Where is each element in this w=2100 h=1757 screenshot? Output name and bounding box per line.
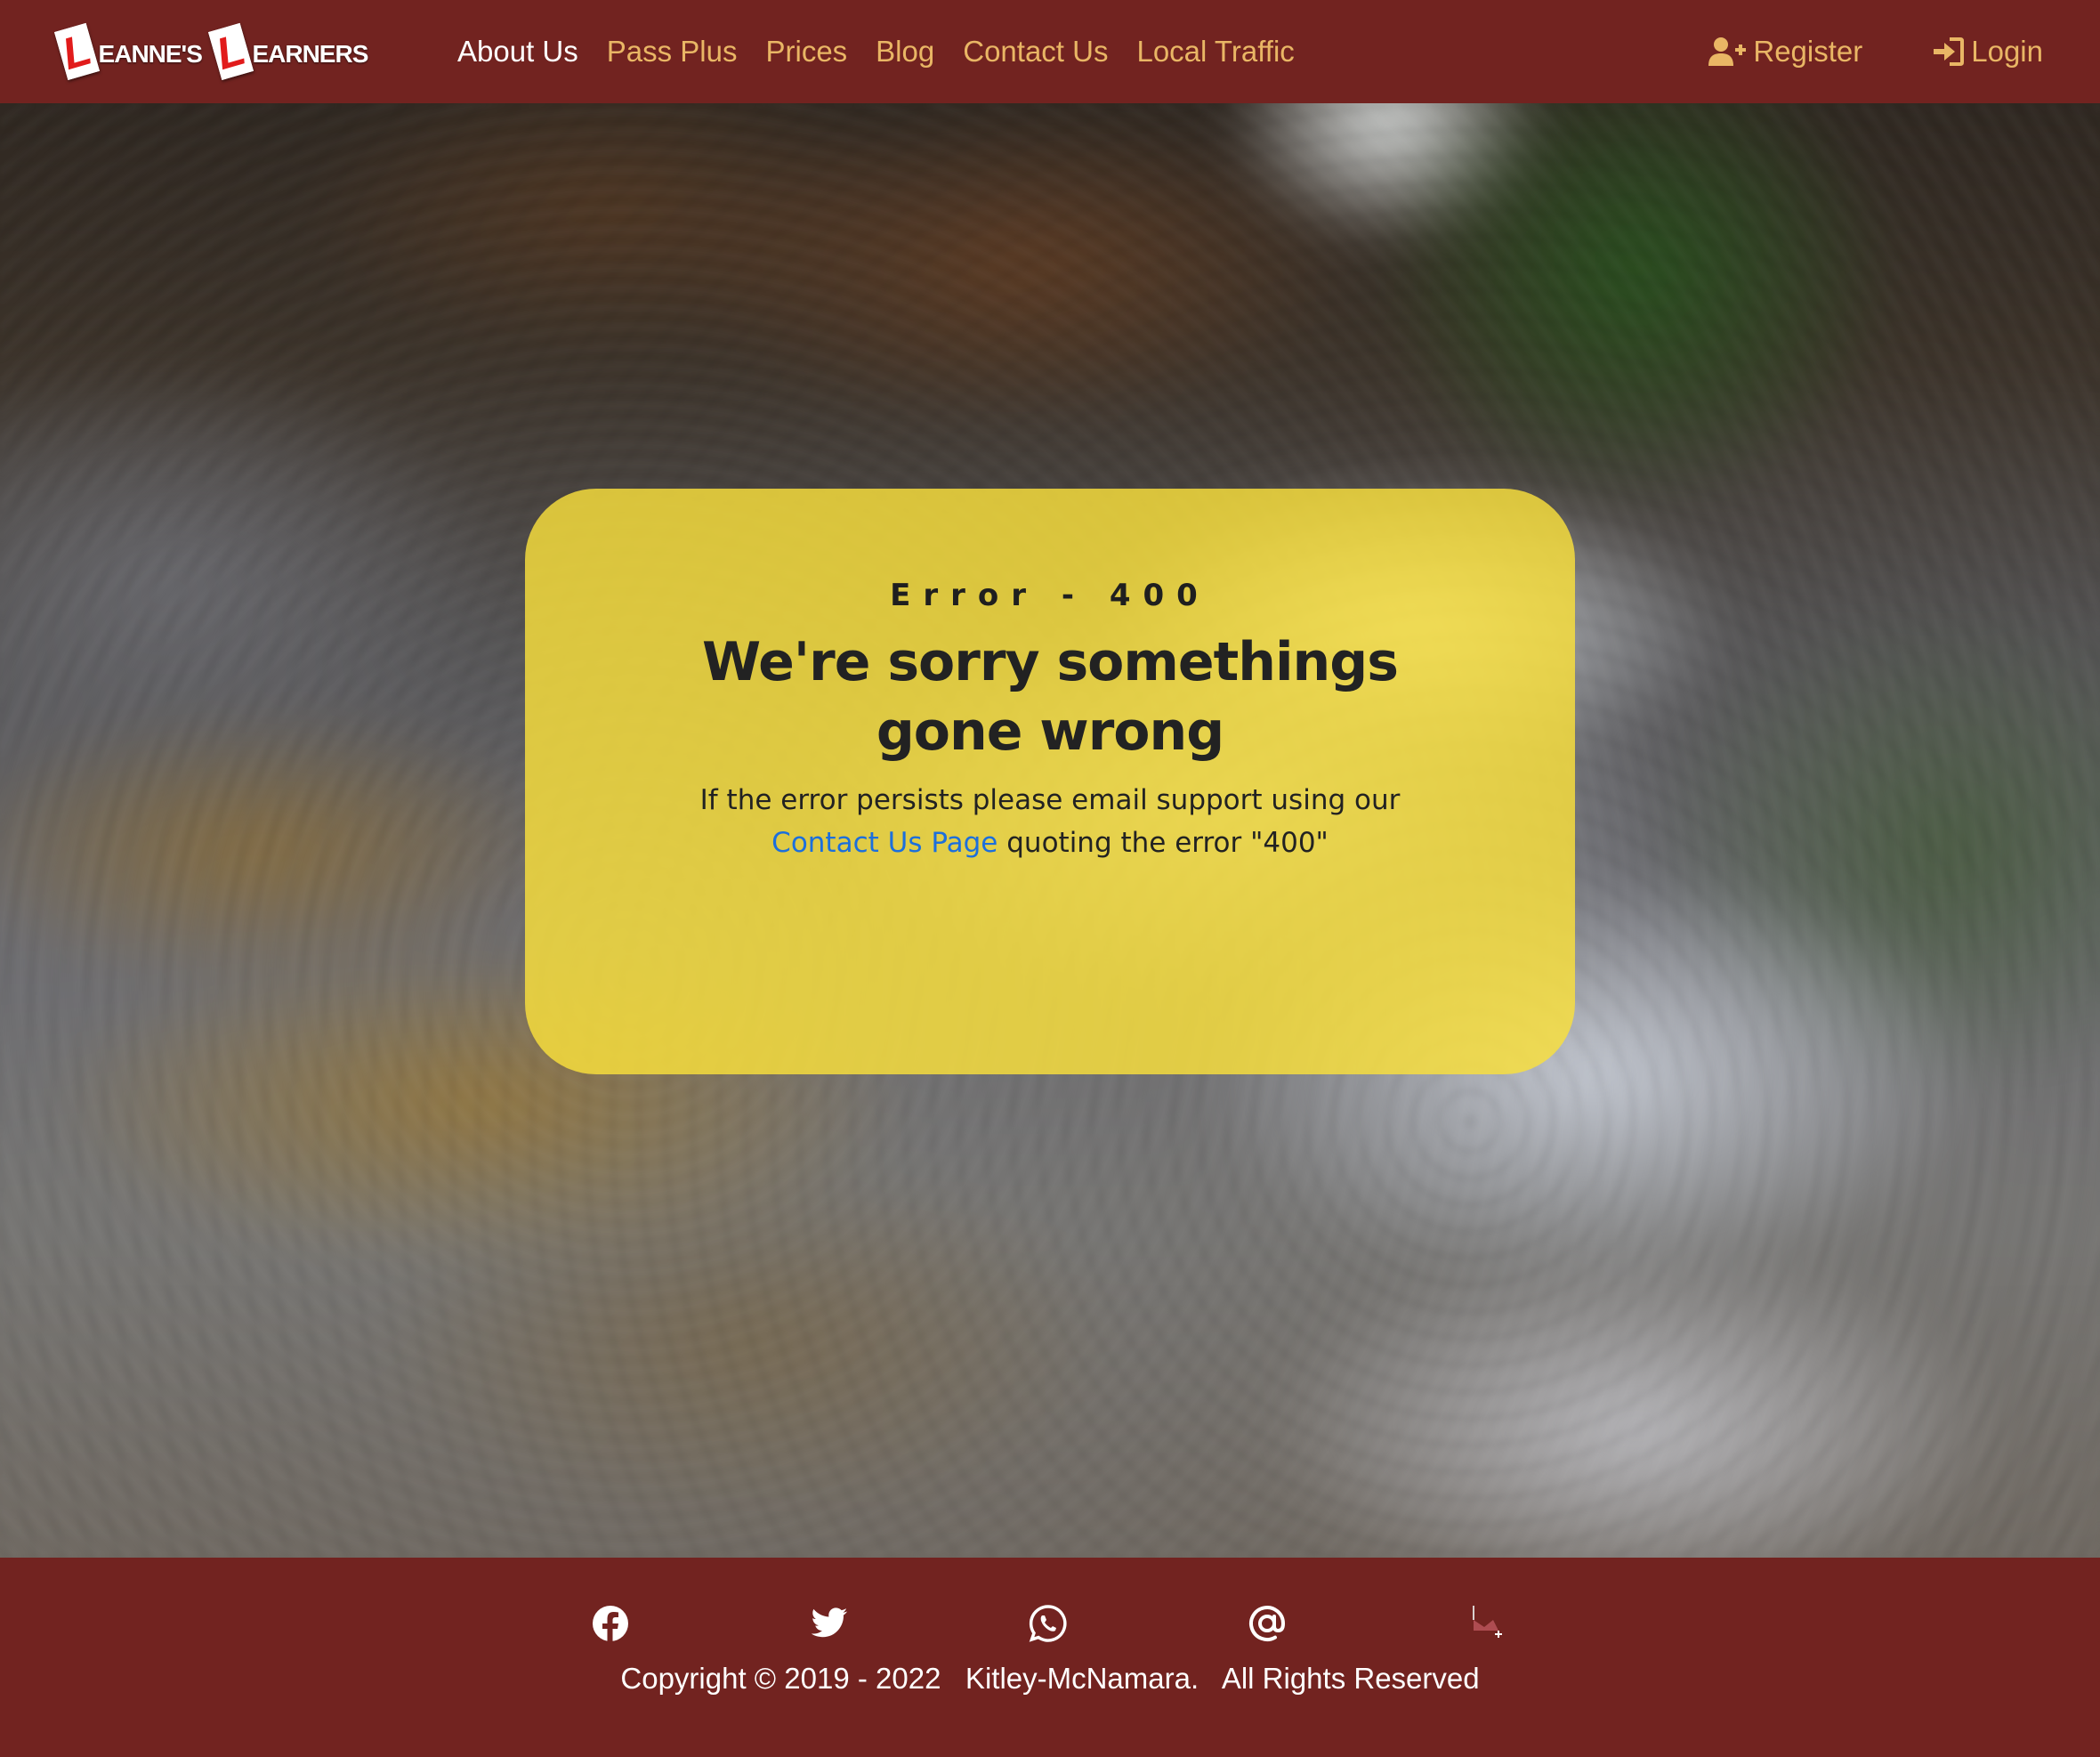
error-card: Error - 400 We're sorry somethings gone … xyxy=(525,489,1575,1074)
register-link[interactable]: Register xyxy=(1708,0,1862,103)
l-plate-logo: L xyxy=(53,23,100,80)
nav-about-us[interactable]: About Us xyxy=(457,0,578,103)
nav-blog[interactable]: Blog xyxy=(876,0,934,103)
brand-word-leannes: EANNE'S xyxy=(98,40,203,68)
brand-word-learners: EARNERS xyxy=(252,40,368,68)
nav-contact-us[interactable]: Contact Us xyxy=(963,0,1108,103)
error-title: We're sorry somethings gone wrong xyxy=(702,631,1399,763)
nav-pass-plus[interactable]: Pass Plus xyxy=(607,0,738,103)
sign-in-icon xyxy=(1934,37,1965,66)
facebook-icon[interactable] xyxy=(591,1604,634,1647)
email-at-icon[interactable] xyxy=(1248,1604,1290,1647)
brand-logo[interactable]: L EANNE'S L EARNERS xyxy=(53,21,372,82)
broken-image-icon[interactable] xyxy=(1466,1604,1509,1647)
nav-prices[interactable]: Prices xyxy=(765,0,847,103)
login-link[interactable]: Login xyxy=(1934,0,2043,103)
footer: Copyright © 2019 - 2022 Kitley-McNamara.… xyxy=(0,1558,2100,1757)
nav-local-traffic[interactable]: Local Traffic xyxy=(1136,0,1294,103)
navbar: L EANNE'S L EARNERS About Us Pass Plus P… xyxy=(0,0,2100,103)
login-label: Login xyxy=(1971,35,2043,68)
account-nav: Register Login xyxy=(1708,0,2043,103)
error-message: If the error persists please email suppo… xyxy=(699,784,1401,859)
whatsapp-icon[interactable] xyxy=(1029,1604,1071,1647)
register-label: Register xyxy=(1753,35,1863,68)
user-plus-icon xyxy=(1708,36,1747,67)
twitter-icon[interactable] xyxy=(810,1604,852,1647)
main-nav: About Us Pass Plus Prices Blog Contact U… xyxy=(457,0,1295,103)
error-code: Error - 400 xyxy=(890,578,1210,613)
copyright-text: Copyright © 2019 - 2022 Kitley-McNamara.… xyxy=(620,1662,1480,1695)
contact-us-page-link[interactable]: Contact Us Page xyxy=(771,827,998,859)
social-links xyxy=(0,1604,2100,1654)
l-plate-logo: L xyxy=(207,23,254,80)
hero-section: Error - 400 We're sorry somethings gone … xyxy=(0,103,2100,1558)
